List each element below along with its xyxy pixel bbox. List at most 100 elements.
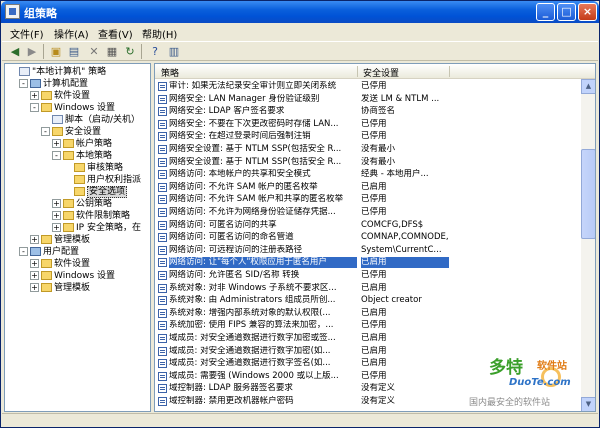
tree-expander-icon[interactable]: - bbox=[30, 103, 39, 112]
table-row[interactable]: 网络访问: 允许匿名 SID/名称 转换 已停用 bbox=[155, 270, 595, 281]
tree-expander-icon[interactable]: + bbox=[52, 211, 61, 220]
policy-item-icon bbox=[158, 308, 167, 318]
table-row[interactable]: 系统对象: 增强内部系统对象的默认权限(... 已启用 bbox=[155, 307, 595, 319]
policy-item-icon bbox=[158, 94, 167, 104]
view-icon[interactable]: ▥ bbox=[166, 44, 182, 59]
table-row[interactable]: 网络安全: 在超过登录时间后强制注销 已停用 bbox=[155, 131, 595, 142]
table-row[interactable]: 网络访问: 可匿名访问的共享 COMCFG,DFS$ bbox=[155, 219, 595, 231]
tree-expander-icon[interactable]: + bbox=[30, 259, 39, 268]
table-row[interactable]: 网络访问: 本地帐户的共享和安全模式 经典 - 本地用户... bbox=[155, 169, 595, 180]
table-row[interactable]: 系统对象: 由 Administrators 组成员所创... Object cr… bbox=[155, 295, 595, 306]
table-row[interactable]: 系统加密: 使用 FIPS 兼容的算法来加密，... 已停用 bbox=[155, 320, 595, 331]
table-row[interactable]: 审计: 如果无法纪录安全审计则立即关闭系统 已停用 bbox=[155, 81, 595, 92]
tree-node[interactable]: + 软件设置 bbox=[30, 90, 90, 102]
tree-node[interactable]: "本地计算机" 策略 bbox=[8, 66, 106, 78]
security-setting: 已启用 bbox=[361, 333, 387, 343]
refresh-icon[interactable]: ↻ bbox=[122, 44, 138, 59]
tree-expander-icon[interactable]: + bbox=[52, 139, 61, 148]
security-setting: 发送 LM & NTLM ... bbox=[361, 93, 440, 104]
forward-arrow-icon[interactable]: ▶ bbox=[24, 44, 40, 59]
title-bar[interactable]: 组策略 _ □ × bbox=[1, 1, 599, 23]
tree-expander-icon[interactable]: + bbox=[52, 223, 61, 232]
maximize-button[interactable]: □ bbox=[557, 3, 576, 21]
menu-view[interactable]: 查看(V) bbox=[98, 26, 133, 41]
tree-node[interactable]: 用户权利指派 bbox=[63, 174, 141, 186]
menu-action[interactable]: 操作(A) bbox=[54, 26, 89, 41]
tree-node-label: 公钥策略 bbox=[76, 199, 113, 209]
tree-node-label: 审核策略 bbox=[87, 163, 124, 173]
tree-node[interactable]: + 管理模板 bbox=[30, 282, 90, 294]
menu-file[interactable]: 文件(F) bbox=[10, 26, 44, 41]
close-button[interactable]: × bbox=[578, 3, 597, 21]
security-setting: 已启用 bbox=[361, 282, 387, 293]
policy-item-icon bbox=[158, 296, 167, 306]
column-policy[interactable]: 策略 bbox=[161, 66, 179, 79]
folder-icon bbox=[41, 259, 52, 268]
tree-node[interactable]: 安全选项 bbox=[63, 186, 128, 198]
computer-icon bbox=[30, 247, 41, 256]
table-row[interactable]: 域成员: 对安全通道数据进行数字加密或签... 已启用 bbox=[155, 333, 595, 344]
table-row[interactable]: 网络访问: 让"每个人"权限应用于匿名用户 已启用 bbox=[155, 257, 595, 269]
tree-expander-icon[interactable]: + bbox=[30, 235, 39, 244]
tree-node[interactable]: + 帐户策略 bbox=[52, 138, 112, 150]
tree-expander-icon[interactable]: - bbox=[52, 151, 61, 160]
console-tree[interactable]: "本地计算机" 策略 - 计算机配置 + 软件设置 - Windows 设置 脚本（启动/关机… bbox=[4, 63, 151, 412]
table-row[interactable]: 网络访问: 可远程访问的注册表路径 System\CurrentC... bbox=[155, 245, 595, 256]
tree-expander-icon[interactable]: - bbox=[41, 127, 50, 136]
tree-node[interactable]: + 公钥策略 bbox=[52, 198, 112, 210]
tree-node[interactable]: + IP 安全策略，在 bbox=[52, 222, 141, 234]
scroll-up-button[interactable]: ▲ bbox=[581, 79, 595, 94]
policy-item-icon bbox=[158, 271, 167, 280]
security-setting: 已启用 bbox=[361, 345, 387, 356]
tree-node[interactable]: + 软件限制策略 bbox=[52, 210, 130, 222]
tree-node[interactable]: + Windows 设置 bbox=[30, 270, 115, 282]
tree-node[interactable]: - 用户配置 bbox=[19, 246, 79, 258]
policy-name: 系统对象: 增强内部系统对象的默认权限(... bbox=[169, 307, 331, 318]
column-divider[interactable] bbox=[449, 66, 450, 77]
table-row[interactable]: 系统对象: 对非 Windows 子系统不要求区... 已启用 bbox=[155, 282, 595, 294]
tree-expander-icon[interactable]: - bbox=[19, 79, 28, 88]
table-row[interactable]: 网络安全: LAN Manager 身份验证级别 发送 LM & NTLM ... bbox=[155, 93, 595, 105]
column-setting[interactable]: 安全设置 bbox=[363, 66, 399, 79]
computer-icon bbox=[30, 79, 41, 88]
security-setting: COMCFG,DFS$ bbox=[361, 219, 424, 230]
tree-expander-icon[interactable]: + bbox=[30, 283, 39, 292]
tree-expander-icon[interactable]: + bbox=[30, 91, 39, 100]
table-row[interactable]: 网络安全设置: 基于 NTLM SSP(包括安全 R... 没有最小 bbox=[155, 157, 595, 168]
tree-node[interactable]: - 计算机配置 bbox=[19, 78, 88, 90]
tree-node[interactable]: + 管理模板 bbox=[30, 234, 90, 246]
tree-node[interactable]: 审核策略 bbox=[63, 162, 123, 174]
minimize-button[interactable]: _ bbox=[536, 3, 555, 21]
policy-item-icon bbox=[158, 334, 167, 343]
column-divider[interactable] bbox=[357, 66, 358, 77]
scroll-thumb[interactable] bbox=[581, 149, 595, 239]
table-row[interactable]: 网络访问: 不允许 SAM 帐户的匿名枚举 已启用 bbox=[155, 181, 595, 193]
table-row[interactable]: 网络访问: 不允许为网络身份验证储存凭据... 已停用 bbox=[155, 207, 595, 218]
tree-node[interactable]: - Windows 设置 bbox=[30, 102, 115, 114]
back-arrow-icon[interactable]: ◀ bbox=[7, 44, 23, 59]
security-setting: 已启用 bbox=[361, 181, 387, 192]
table-row[interactable]: 网络访问: 不允许 SAM 帐户和共享的匿名枚举 已停用 bbox=[155, 194, 595, 205]
properties-icon[interactable]: ▦ bbox=[104, 44, 120, 59]
up-folder-icon[interactable]: ▣ bbox=[48, 44, 64, 59]
table-row[interactable]: 网络安全: 不要在下次更改密码时存储 LAN... 已停用 bbox=[155, 119, 595, 130]
tree-node[interactable]: - 本地策略 bbox=[52, 150, 112, 162]
tree-node[interactable]: + 软件设置 bbox=[30, 258, 90, 270]
tree-expander-icon[interactable]: + bbox=[30, 271, 39, 280]
table-row[interactable]: 网络访问: 可匿名访问的命名管道 COMNAP,COMNODE,... bbox=[155, 232, 595, 243]
security-setting: 没有定义 bbox=[361, 383, 396, 394]
tree-expander-icon[interactable]: + bbox=[52, 199, 61, 208]
policy-name: 网络访问: 允许匿名 SID/名称 转换 bbox=[169, 270, 300, 280]
group-policy-window: 组策略 _ □ × 文件(F) 操作(A) 查看(V) 帮助(H) ◀ ▶ ▣ … bbox=[0, 0, 600, 428]
help-icon[interactable]: ? bbox=[147, 44, 163, 59]
delete-icon[interactable]: ✕ bbox=[86, 44, 102, 59]
tree-expander-icon[interactable]: - bbox=[19, 247, 28, 256]
tree-node[interactable]: 脚本（启动/关机） bbox=[41, 114, 140, 126]
policy-item-icon bbox=[158, 145, 167, 154]
tree-node[interactable]: - 安全设置 bbox=[41, 126, 101, 138]
show-tree-icon[interactable]: ▤ bbox=[66, 44, 82, 59]
table-row[interactable]: 网络安全设置: 基于 NTLM SSP(包括安全 R... 没有最小 bbox=[155, 144, 595, 155]
table-row[interactable]: 网络安全: LDAP 客户签名要求 协商签名 bbox=[155, 106, 595, 117]
menu-help[interactable]: 帮助(H) bbox=[142, 26, 177, 41]
policy-item-icon bbox=[158, 384, 167, 394]
